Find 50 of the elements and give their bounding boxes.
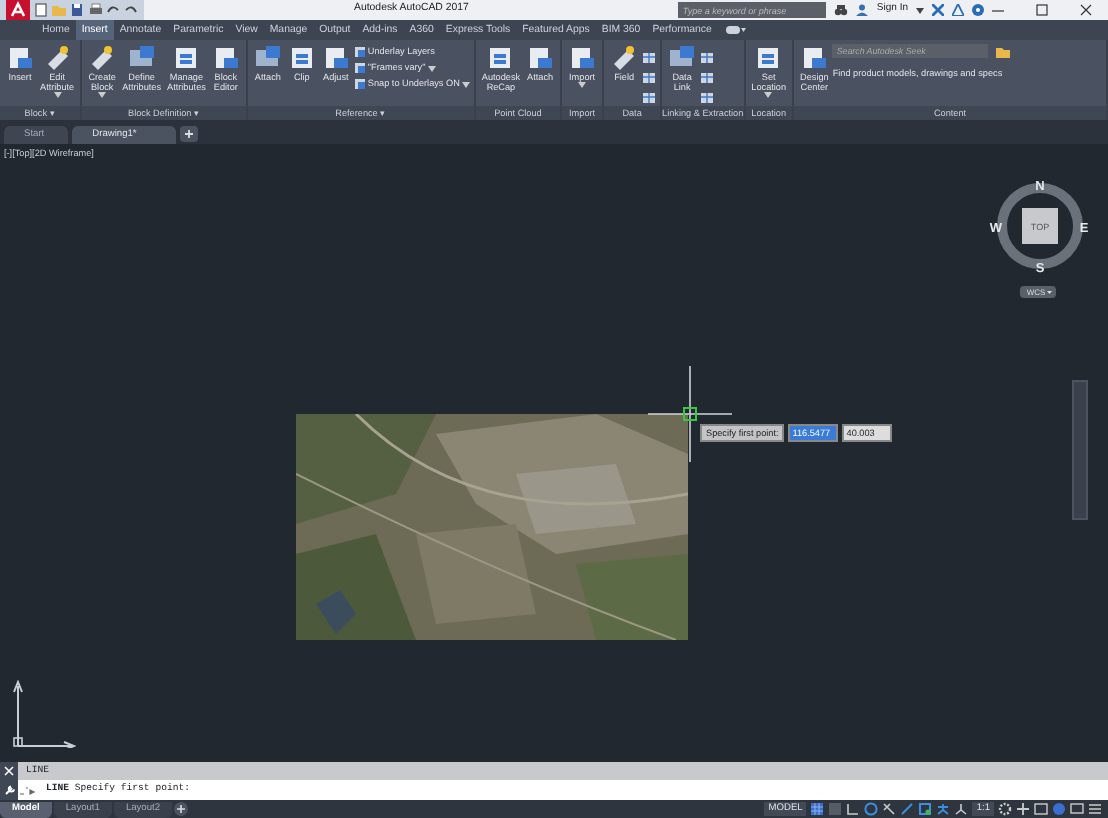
close-icon[interactable] — [1080, 4, 1092, 16]
minimize-icon[interactable] — [992, 4, 1004, 16]
exchange-icon[interactable] — [932, 4, 944, 16]
caret-icon[interactable] — [764, 92, 773, 98]
table-icon[interactable] — [642, 92, 657, 104]
plus-icon[interactable] — [180, 126, 199, 142]
plus-icon[interactable] — [1016, 802, 1030, 816]
maximize-icon[interactable] — [1036, 4, 1048, 16]
angle-icon[interactable] — [846, 802, 861, 816]
save-icon[interactable] — [70, 2, 84, 18]
window-icon — [668, 44, 697, 72]
axes-icon[interactable] — [954, 802, 969, 816]
caret-icon[interactable] — [53, 92, 62, 98]
person-icon[interactable] — [936, 802, 951, 816]
crosshair-cursor — [648, 366, 732, 462]
undo-icon[interactable] — [106, 2, 120, 18]
print-icon[interactable] — [88, 2, 102, 18]
ucs-icon — [12, 680, 76, 748]
toggle-icon[interactable] — [725, 24, 746, 36]
table-icon[interactable] — [700, 72, 715, 84]
wrench-icon[interactable] — [3, 784, 15, 796]
table-icon[interactable] — [642, 52, 657, 64]
window-icon — [127, 44, 156, 72]
user-icon[interactable] — [856, 4, 869, 16]
table-icon[interactable] — [642, 72, 657, 84]
menu-icon[interactable] — [1088, 802, 1102, 816]
binoculars-icon[interactable] — [834, 4, 849, 16]
monitor-icon[interactable] — [1070, 802, 1084, 816]
app-logo-icon[interactable] — [6, 0, 30, 20]
slash-icon[interactable] — [900, 802, 915, 816]
prompt-icon[interactable] — [18, 784, 38, 796]
caret-icon[interactable] — [461, 81, 470, 87]
window-icon[interactable] — [1034, 802, 1048, 816]
plus-icon[interactable] — [174, 802, 189, 816]
caret-icon[interactable] — [98, 92, 107, 98]
caret-icon[interactable] — [916, 7, 924, 13]
triangle-icon[interactable] — [952, 4, 964, 16]
table-icon[interactable] — [700, 52, 715, 64]
circle-icon[interactable] — [864, 802, 879, 816]
cube-icon[interactable] — [918, 802, 933, 816]
folder-icon[interactable] — [996, 45, 1011, 57]
caret-icon[interactable] — [578, 82, 587, 88]
diagonal-line-icon[interactable] — [882, 802, 897, 816]
circle-icon[interactable] — [1052, 802, 1066, 816]
table-icon[interactable] — [700, 92, 715, 104]
redo-icon[interactable] — [124, 2, 138, 18]
caret-icon[interactable] — [427, 65, 436, 71]
grid-icon[interactable] — [810, 802, 825, 816]
window-icon — [253, 44, 282, 72]
help-icon[interactable] — [972, 4, 984, 16]
